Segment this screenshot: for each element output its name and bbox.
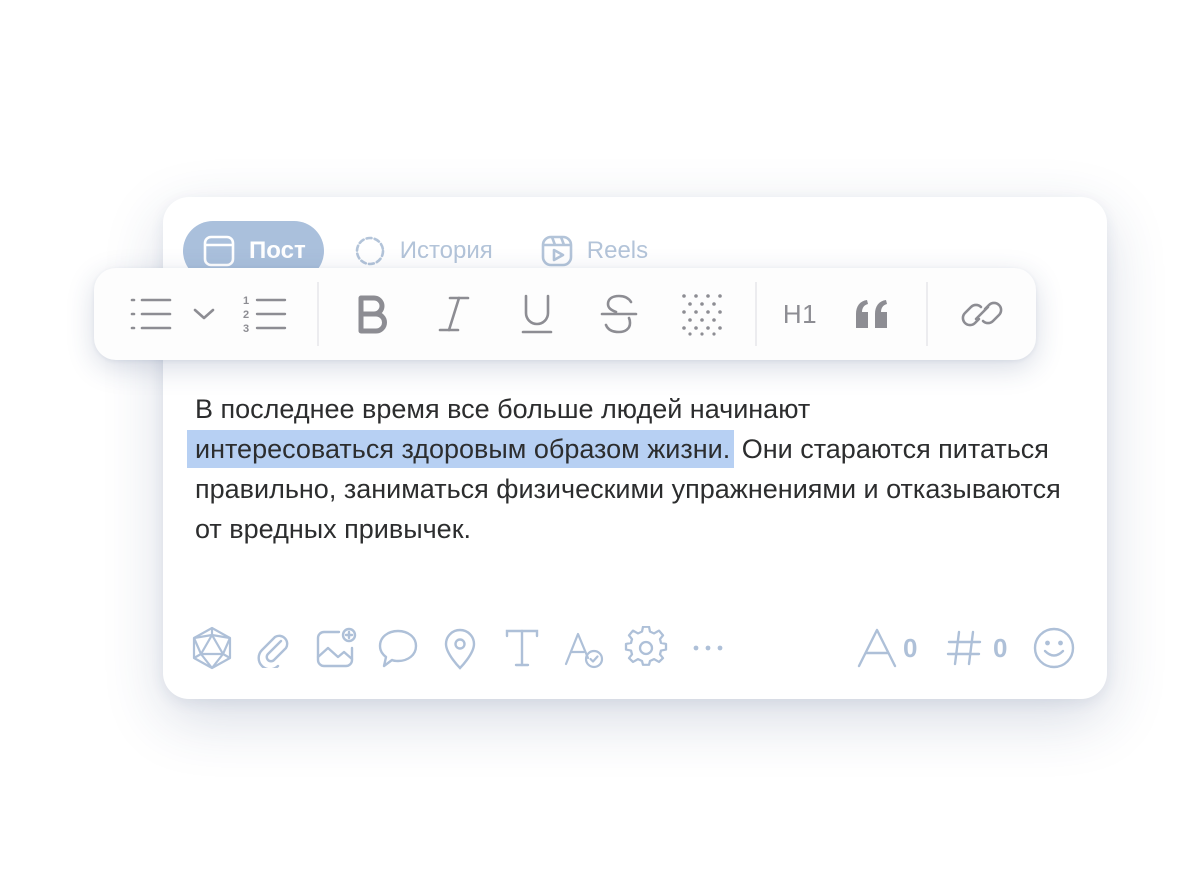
more-icon[interactable] bbox=[685, 625, 731, 671]
formatting-toolbar: 1 2 3 H1 bbox=[94, 268, 1036, 360]
tab-reels-label: Reels bbox=[586, 237, 649, 264]
italic-icon[interactable] bbox=[428, 288, 480, 340]
selected-text[interactable]: интересоваться здоровым образом жизни. bbox=[187, 430, 735, 468]
toolbar-separator bbox=[317, 282, 319, 346]
text-before-selection: В последнее время все больше людей начин… bbox=[195, 394, 811, 424]
editor-bottom-bar: 0 0 bbox=[189, 625, 1079, 673]
link-icon[interactable] bbox=[956, 288, 1008, 340]
hashtag-icon bbox=[941, 625, 987, 671]
strikethrough-icon[interactable] bbox=[593, 288, 645, 340]
location-icon[interactable] bbox=[437, 625, 483, 671]
attach-icon[interactable] bbox=[251, 625, 297, 671]
heading-label: H1 bbox=[782, 298, 818, 329]
heading-button[interactable]: H1 bbox=[774, 288, 826, 340]
bulleted-list-icon[interactable] bbox=[124, 288, 176, 340]
hashtag-counter: 0 bbox=[993, 633, 1008, 663]
story-icon bbox=[352, 233, 388, 269]
post-icon bbox=[201, 233, 237, 269]
char-count-icon bbox=[854, 625, 900, 671]
bold-icon[interactable] bbox=[346, 288, 398, 340]
poll-icon[interactable] bbox=[189, 625, 235, 671]
spoiler-icon[interactable] bbox=[676, 288, 728, 340]
comment-icon[interactable] bbox=[375, 625, 421, 671]
font-check-icon[interactable] bbox=[561, 625, 607, 671]
quote-icon[interactable] bbox=[846, 288, 898, 340]
text-style-icon[interactable] bbox=[499, 625, 545, 671]
numbered-list-icon[interactable]: 1 2 3 bbox=[238, 288, 290, 340]
svg-text:3: 3 bbox=[243, 323, 249, 335]
char-counter: 0 bbox=[903, 633, 918, 663]
reels-icon bbox=[539, 233, 575, 269]
svg-text:1: 1 bbox=[243, 295, 249, 307]
toolbar-separator bbox=[755, 282, 757, 346]
svg-text:2: 2 bbox=[243, 309, 249, 321]
chevron-down-icon[interactable] bbox=[180, 288, 228, 340]
tab-story-label: История bbox=[399, 237, 493, 264]
settings-icon[interactable] bbox=[623, 625, 669, 671]
underline-icon[interactable] bbox=[511, 288, 563, 340]
toolbar-separator bbox=[926, 282, 928, 346]
add-image-icon[interactable] bbox=[313, 625, 359, 671]
stage: Пост История Reels В последнее время все… bbox=[0, 0, 1200, 894]
tab-post-label: Пост bbox=[249, 237, 306, 264]
emoji-icon[interactable] bbox=[1031, 625, 1077, 671]
editor-text-area[interactable]: В последнее время все больше людей начин… bbox=[187, 389, 1065, 549]
